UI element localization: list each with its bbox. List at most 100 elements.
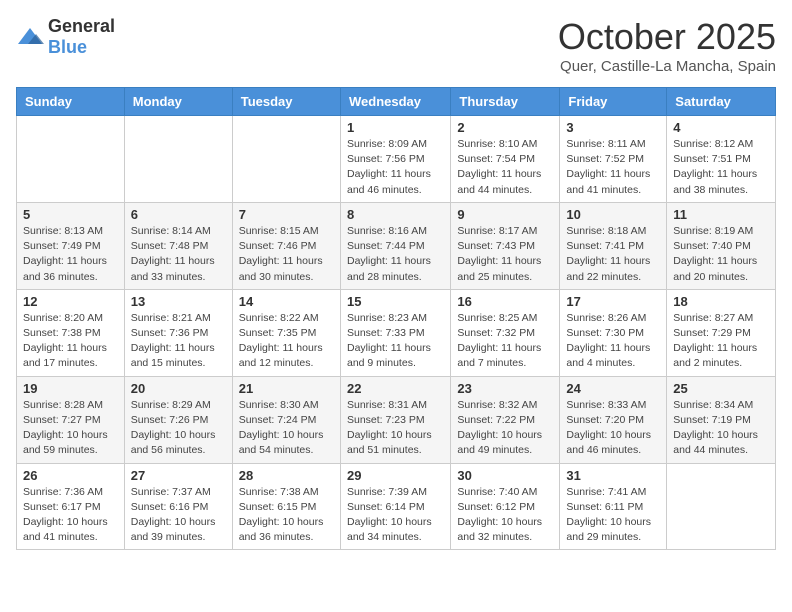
day-number: 31 — [566, 468, 660, 483]
calendar-cell: 15 Sunrise: 8:23 AM Sunset: 7:33 PM Dayli… — [340, 289, 450, 376]
day-info: Sunrise: 8:21 AM Sunset: 7:36 PM Dayligh… — [131, 311, 226, 372]
day-number: 20 — [131, 381, 226, 396]
calendar-cell: 22 Sunrise: 8:31 AM Sunset: 7:23 PM Dayli… — [340, 376, 450, 463]
calendar-cell: 9Sunrise: 8:17 AM Sunset: 7:43 PM Daylig… — [451, 202, 560, 289]
title-block: October 2025 Quer, Castille-La Mancha, S… — [558, 16, 776, 75]
day-info: Sunrise: 8:15 AM Sunset: 7:46 PM Dayligh… — [239, 224, 334, 285]
calendar-cell: 2 Sunrise: 8:10 AM Sunset: 7:54 PM Daylig… — [451, 116, 560, 203]
week-row-3: 12Sunrise: 8:20 AM Sunset: 7:38 PM Dayli… — [17, 289, 776, 376]
calendar-cell: 18 Sunrise: 8:27 AM Sunset: 7:29 PM Dayli… — [667, 289, 776, 376]
calendar-cell: 6Sunrise: 8:14 AM Sunset: 7:48 PM Daylig… — [124, 202, 232, 289]
day-info: Sunrise: 8:11 AM Sunset: 7:52 PM Dayligh… — [566, 137, 660, 198]
day-info: Sunrise: 8:30 AM Sunset: 7:24 PM Dayligh… — [239, 398, 334, 459]
calendar-cell: 27 Sunrise: 7:37 AM Sunset: 6:16 PM Dayli… — [124, 463, 232, 550]
calendar-cell: 12Sunrise: 8:20 AM Sunset: 7:38 PM Dayli… — [17, 289, 125, 376]
calendar-cell: 20 Sunrise: 8:29 AM Sunset: 7:26 PM Dayli… — [124, 376, 232, 463]
calendar-cell: 28Sunrise: 7:38 AM Sunset: 6:15 PM Dayli… — [232, 463, 340, 550]
day-number: 29 — [347, 468, 444, 483]
logo-icon — [16, 26, 44, 48]
day-info: Sunrise: 8:33 AM Sunset: 7:20 PM Dayligh… — [566, 398, 660, 459]
week-row-2: 5Sunrise: 8:13 AM Sunset: 7:49 PM Daylig… — [17, 202, 776, 289]
day-number: 24 — [566, 381, 660, 396]
day-info: Sunrise: 8:19 AM Sunset: 7:40 PM Dayligh… — [673, 224, 769, 285]
calendar-cell: 19 Sunrise: 8:28 AM Sunset: 7:27 PM Dayli… — [17, 376, 125, 463]
day-info: Sunrise: 8:12 AM Sunset: 7:51 PM Dayligh… — [673, 137, 769, 198]
day-info: Sunrise: 8:26 AM Sunset: 7:30 PM Dayligh… — [566, 311, 660, 372]
day-info: Sunrise: 8:16 AM Sunset: 7:44 PM Dayligh… — [347, 224, 444, 285]
day-info: Sunrise: 8:18 AM Sunset: 7:41 PM Dayligh… — [566, 224, 660, 285]
calendar-cell: 8 Sunrise: 8:16 AM Sunset: 7:44 PM Daylig… — [340, 202, 450, 289]
day-number: 27 — [131, 468, 226, 483]
day-number: 13 — [131, 294, 226, 309]
day-info: Sunrise: 8:31 AM Sunset: 7:23 PM Dayligh… — [347, 398, 444, 459]
day-info: Sunrise: 7:37 AM Sunset: 6:16 PM Dayligh… — [131, 485, 226, 546]
calendar-cell: 1Sunrise: 8:09 AM Sunset: 7:56 PM Daylig… — [340, 116, 450, 203]
calendar-cell: 23 Sunrise: 8:32 AM Sunset: 7:22 PM Dayli… — [451, 376, 560, 463]
day-info: Sunrise: 7:39 AM Sunset: 6:14 PM Dayligh… — [347, 485, 444, 546]
week-row-5: 26 Sunrise: 7:36 AM Sunset: 6:17 PM Dayli… — [17, 463, 776, 550]
calendar-cell: 14 Sunrise: 8:22 AM Sunset: 7:35 PM Dayli… — [232, 289, 340, 376]
day-info: Sunrise: 7:38 AM Sunset: 6:15 PM Dayligh… — [239, 485, 334, 546]
day-number: 7 — [239, 207, 334, 222]
calendar-cell: 5Sunrise: 8:13 AM Sunset: 7:49 PM Daylig… — [17, 202, 125, 289]
day-info: Sunrise: 8:34 AM Sunset: 7:19 PM Dayligh… — [673, 398, 769, 459]
day-info: Sunrise: 8:27 AM Sunset: 7:29 PM Dayligh… — [673, 311, 769, 372]
calendar-cell — [124, 116, 232, 203]
day-info: Sunrise: 8:32 AM Sunset: 7:22 PM Dayligh… — [457, 398, 553, 459]
weekday-header-wednesday: Wednesday — [340, 88, 450, 116]
week-row-1: 1Sunrise: 8:09 AM Sunset: 7:56 PM Daylig… — [17, 116, 776, 203]
day-number: 23 — [457, 381, 553, 396]
day-info: Sunrise: 8:23 AM Sunset: 7:33 PM Dayligh… — [347, 311, 444, 372]
day-info: Sunrise: 8:29 AM Sunset: 7:26 PM Dayligh… — [131, 398, 226, 459]
day-number: 16 — [457, 294, 553, 309]
calendar-cell: 16Sunrise: 8:25 AM Sunset: 7:32 PM Dayli… — [451, 289, 560, 376]
day-number: 25 — [673, 381, 769, 396]
calendar-cell — [232, 116, 340, 203]
weekday-header-monday: Monday — [124, 88, 232, 116]
day-info: Sunrise: 8:10 AM Sunset: 7:54 PM Dayligh… — [457, 137, 553, 198]
calendar-cell: 24 Sunrise: 8:33 AM Sunset: 7:20 PM Dayli… — [560, 376, 667, 463]
logo-blue: Blue — [48, 37, 87, 57]
day-info: Sunrise: 8:09 AM Sunset: 7:56 PM Dayligh… — [347, 137, 444, 198]
calendar-cell: 21 Sunrise: 8:30 AM Sunset: 7:24 PM Dayli… — [232, 376, 340, 463]
day-number: 3 — [566, 120, 660, 135]
calendar-cell: 13 Sunrise: 8:21 AM Sunset: 7:36 PM Dayli… — [124, 289, 232, 376]
day-info: Sunrise: 7:36 AM Sunset: 6:17 PM Dayligh… — [23, 485, 118, 546]
day-info: Sunrise: 7:41 AM Sunset: 6:11 PM Dayligh… — [566, 485, 660, 546]
calendar-cell: 26 Sunrise: 7:36 AM Sunset: 6:17 PM Dayli… — [17, 463, 125, 550]
day-number: 8 — [347, 207, 444, 222]
calendar-cell: 4 Sunrise: 8:12 AM Sunset: 7:51 PM Daylig… — [667, 116, 776, 203]
weekday-header-row: SundayMondayTuesdayWednesdayThursdayFrid… — [17, 88, 776, 116]
day-number: 22 — [347, 381, 444, 396]
day-number: 19 — [23, 381, 118, 396]
calendar-cell: 11Sunrise: 8:19 AM Sunset: 7:40 PM Dayli… — [667, 202, 776, 289]
day-number: 30 — [457, 468, 553, 483]
day-info: Sunrise: 8:22 AM Sunset: 7:35 PM Dayligh… — [239, 311, 334, 372]
day-number: 21 — [239, 381, 334, 396]
day-info: Sunrise: 8:28 AM Sunset: 7:27 PM Dayligh… — [23, 398, 118, 459]
logo-text: General Blue — [48, 16, 115, 58]
calendar-cell: 25 Sunrise: 8:34 AM Sunset: 7:19 PM Dayli… — [667, 376, 776, 463]
day-number: 2 — [457, 120, 553, 135]
day-number: 17 — [566, 294, 660, 309]
week-row-4: 19 Sunrise: 8:28 AM Sunset: 7:27 PM Dayli… — [17, 376, 776, 463]
weekday-header-tuesday: Tuesday — [232, 88, 340, 116]
day-number: 10 — [566, 207, 660, 222]
day-info: Sunrise: 8:14 AM Sunset: 7:48 PM Dayligh… — [131, 224, 226, 285]
weekday-header-saturday: Saturday — [667, 88, 776, 116]
day-number: 18 — [673, 294, 769, 309]
day-number: 4 — [673, 120, 769, 135]
calendar-cell — [17, 116, 125, 203]
day-number: 15 — [347, 294, 444, 309]
page-header: General Blue October 2025 Quer, Castille… — [16, 16, 776, 75]
day-number: 14 — [239, 294, 334, 309]
calendar-cell — [667, 463, 776, 550]
calendar-table: SundayMondayTuesdayWednesdayThursdayFrid… — [16, 87, 776, 550]
day-number: 26 — [23, 468, 118, 483]
day-info: Sunrise: 7:40 AM Sunset: 6:12 PM Dayligh… — [457, 485, 553, 546]
location-title: Quer, Castille-La Mancha, Spain — [558, 58, 776, 75]
logo: General Blue — [16, 16, 115, 58]
calendar-cell: 17 Sunrise: 8:26 AM Sunset: 7:30 PM Dayli… — [560, 289, 667, 376]
day-number: 12 — [23, 294, 118, 309]
month-title: October 2025 — [558, 16, 776, 58]
